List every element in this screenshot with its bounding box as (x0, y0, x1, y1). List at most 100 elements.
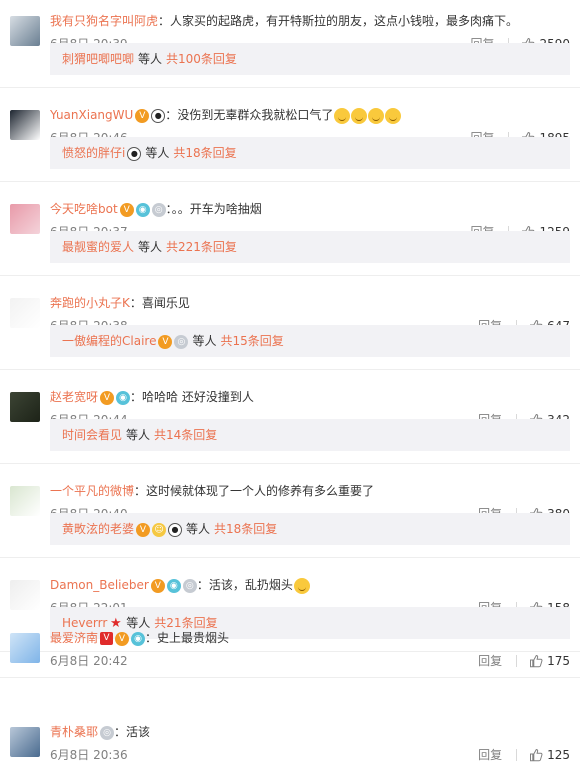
sub-replies-box[interactable]: 黄畋泫的老婆 V ☺ ● 等人 共18条回复 (50, 513, 570, 545)
comment-username[interactable]: 今天吃啥bot (50, 202, 118, 216)
avatar[interactable] (10, 727, 40, 757)
comment-text: 这时候就体现了一个人的修养有多么重要了 (146, 484, 375, 498)
avatar[interactable] (10, 298, 40, 328)
comment-body: 最爱济南 V V ◉ ：史上最贵烟头 (50, 629, 570, 647)
thumbs-up-icon (530, 654, 543, 668)
lv-badge-icon: ◉ (135, 202, 150, 217)
comment-username[interactable]: 奔跑的小丸子K (50, 296, 130, 310)
total-replies-link[interactable]: 共18条回复 (173, 146, 236, 160)
comment-body: 我有只狗名字叫阿虎：人家买的起路虎，有开特斯拉的朋友，这点小钱啦，最多肉痛下。 (50, 12, 570, 30)
red-badge-icon: V (100, 632, 114, 645)
sub-replies-box[interactable]: 时间会看见 等人 共14条回复 (50, 419, 570, 451)
vip-badge-icon: V (158, 334, 173, 349)
comment-divider (0, 677, 580, 678)
avatar[interactable] (10, 16, 40, 46)
lv-badge-icon: ◉ (166, 578, 181, 593)
avatar[interactable] (10, 486, 40, 516)
smile-emoji-icon (351, 107, 368, 124)
sub-reply-username[interactable]: 一傲编程的Claire (62, 334, 156, 348)
colon-separator: ： (158, 14, 171, 28)
total-replies-link[interactable]: 共18条回复 (214, 522, 277, 536)
vip-badge-icon: V (136, 522, 151, 537)
comment-username[interactable]: YuanXiangWU (50, 108, 133, 122)
sub-replies-box[interactable]: 最靓蜜的爱人 等人 共221条回复 (50, 231, 570, 263)
comment-text: 没伤到无辜群众我就松口气了 (177, 108, 334, 122)
colon-separator: ： (130, 390, 143, 404)
comment-divider (0, 87, 580, 88)
like-button[interactable]: 125 (529, 747, 570, 763)
vip-badge-icon: V (135, 108, 150, 123)
vip-badge-icon: V (115, 631, 130, 646)
ring-badge-icon: ◎ (100, 725, 115, 740)
comment-username[interactable]: 赵老宽呀 (50, 390, 98, 404)
avatar[interactable] (10, 633, 40, 663)
reply-button[interactable]: 回复 (478, 747, 502, 763)
colon-separator: ： (165, 108, 178, 122)
ring-badge-icon: ◎ (182, 578, 197, 593)
like-count: 125 (547, 748, 570, 762)
comment-username[interactable]: 我有只狗名字叫阿虎 (50, 14, 158, 28)
total-replies-link[interactable]: 共100条回复 (166, 52, 237, 66)
total-replies-link[interactable]: 共21条回复 (154, 616, 217, 630)
smile-emoji-icon (293, 577, 310, 594)
comment-actions: 回复 175 (478, 653, 570, 669)
comment-divider (0, 275, 580, 276)
smile-emoji-icon (334, 107, 351, 124)
etc-label: 等人 (138, 52, 163, 66)
panda-badge-icon: ● (168, 522, 183, 537)
sub-replies-box[interactable]: 一傲编程的Claire V ◎ 等人 共15条回复 (50, 325, 570, 357)
comment-text: 史上最贵烟头 (157, 631, 230, 645)
avatar[interactable] (10, 204, 40, 234)
emo-badge-icon: ☺ (152, 522, 167, 537)
sub-reply-username[interactable]: 刺猬吧唧吧唧 (62, 52, 134, 66)
comment-divider (0, 463, 580, 464)
total-replies-link[interactable]: 共14条回复 (154, 428, 217, 442)
avatar[interactable] (10, 110, 40, 140)
comment-username[interactable]: Damon_Belieber (50, 578, 149, 592)
vip-badge-icon: V (119, 202, 134, 217)
comment-body: Damon_Belieber V ◉ ◎ ：活该，乱扔烟头 (50, 576, 570, 594)
sub-reply-username[interactable]: Heverrr (62, 616, 107, 630)
sub-reply-username[interactable]: 最靓蜜的爱人 (62, 240, 134, 254)
comment-list: 我有只狗名字叫阿虎：人家买的起路虎，有开特斯拉的朋友，这点小钱啦，最多肉痛下。 6… (0, 0, 580, 764)
like-button[interactable]: 175 (529, 653, 570, 669)
vip-badge-icon: V (100, 390, 115, 405)
sub-replies-box[interactable]: 愤怒的胖仔i ● 等人 共18条回复 (50, 137, 570, 169)
comment-divider (0, 557, 580, 558)
comment-body: 赵老宽呀 V ◉ ：哈哈哈 还好没撞到人 (50, 388, 570, 406)
sub-reply-username[interactable]: 愤怒的胖仔i (62, 146, 125, 160)
total-replies-link[interactable]: 共221条回复 (166, 240, 237, 254)
sub-reply-username[interactable]: 时间会看见 (62, 428, 122, 442)
comment-username[interactable]: 最爱济南 (50, 631, 98, 645)
panda-badge-icon: ● (151, 108, 166, 123)
comment-text: 喜闻乐见 (141, 296, 190, 310)
comment-body: 今天吃啥bot V ◉ ◎ ：。。开车为啥抽烟 (50, 200, 570, 218)
comment-time: 6月8日 20:42 (50, 654, 128, 668)
comment-time: 6月8日 20:36 (50, 748, 128, 762)
comment-divider (0, 651, 580, 652)
ring-badge-icon: ◎ (151, 202, 166, 217)
etc-label: 等人 (192, 334, 217, 348)
comment-username[interactable]: 青朴桑耶 (50, 725, 98, 739)
panda-badge-icon: ● (127, 146, 142, 161)
comment-divider (0, 369, 580, 370)
colon-separator: ： (129, 296, 142, 310)
comment-username[interactable]: 一个平凡的微博 (50, 484, 134, 498)
sub-reply-username[interactable]: 黄畋泫的老婆 (62, 522, 134, 536)
colon-separator: ： (145, 631, 158, 645)
comment-body: 奔跑的小丸子K：喜闻乐见 (50, 294, 570, 312)
vip-badge-icon: V (150, 578, 165, 593)
sub-replies-box[interactable]: 刺猬吧唧吧唧 等人 共100条回复 (50, 43, 570, 75)
avatar[interactable] (10, 580, 40, 610)
comment-text: 活该，乱扔烟头 (208, 578, 293, 592)
etc-label: 等人 (145, 146, 170, 160)
comment-body: YuanXiangWU V ● ：没伤到无辜群众我就松口气了 (50, 106, 570, 124)
etc-label: 等人 (186, 522, 211, 536)
total-replies-link[interactable]: 共15条回复 (220, 334, 283, 348)
avatar[interactable] (10, 392, 40, 422)
etc-label: 等人 (138, 240, 163, 254)
reply-button[interactable]: 回复 (478, 653, 502, 669)
like-count: 175 (547, 654, 570, 668)
comment-divider (0, 181, 580, 182)
smile-emoji-icon (368, 107, 385, 124)
